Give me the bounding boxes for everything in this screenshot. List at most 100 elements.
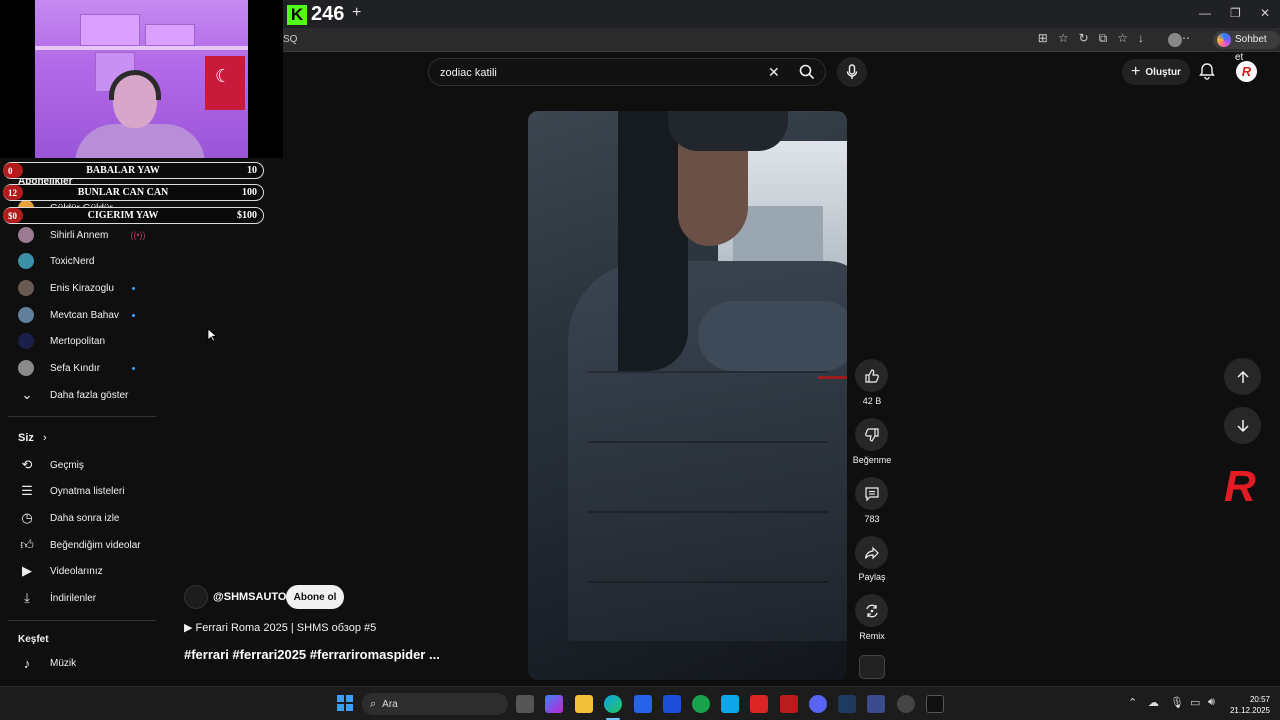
edge-icon[interactable] xyxy=(604,695,622,713)
like-icon: 👍︎ xyxy=(20,537,34,552)
system-clock[interactable]: 20:57 21.12.2025 xyxy=(1228,694,1270,716)
app-icon[interactable] xyxy=(867,695,885,713)
sidebar-item-music[interactable]: ♪ Müzik xyxy=(18,653,76,673)
search-box[interactable]: zodiac katili ✕ xyxy=(428,58,826,86)
obs-icon[interactable] xyxy=(897,695,915,713)
share-icon xyxy=(864,546,879,559)
video-title-link[interactable]: ▶ Ferrari Roma 2025 | SHMS обзор #5 xyxy=(184,621,376,634)
sidebar-item-watch-later[interactable]: ◷ Daha sonra izle xyxy=(18,508,119,528)
restore-icon[interactable]: ❐ xyxy=(1230,6,1241,20)
new-content-dot xyxy=(132,314,135,317)
new-tab-button[interactable]: + xyxy=(352,4,361,22)
steam-icon[interactable] xyxy=(838,695,856,713)
close-window-icon[interactable]: ✕ xyxy=(1260,6,1270,20)
sidebar-item-your-videos[interactable]: ▶ Videolarınız xyxy=(18,561,103,581)
download-icon[interactable]: ↓ xyxy=(1138,31,1144,46)
sidebar-item-mertopolitan[interactable]: Mertopolitan xyxy=(18,331,105,351)
thumbs-up-icon xyxy=(864,368,879,383)
microphone-icon xyxy=(846,64,858,79)
remix-button[interactable] xyxy=(855,594,888,627)
channel-avatar xyxy=(18,333,34,349)
app-icon[interactable] xyxy=(663,695,681,713)
sidebar-item-enis-kirazoglu[interactable]: Enis Kirazoglu xyxy=(18,278,114,298)
you-section-header[interactable]: Siz › xyxy=(18,432,47,444)
sidebar-item-history[interactable]: ⟲ Geçmiş xyxy=(18,455,84,475)
scoreboard-number: $0 xyxy=(3,208,23,223)
scoreboard-value: $100 xyxy=(237,210,257,221)
favorites-icon[interactable]: ☆ xyxy=(1117,31,1128,46)
dislike-button[interactable] xyxy=(855,418,888,451)
display-icon[interactable]: ▭ xyxy=(1190,696,1200,709)
search-button[interactable] xyxy=(788,58,826,86)
share-button[interactable] xyxy=(855,536,888,569)
app-icon[interactable]: ⊞ xyxy=(1038,31,1048,46)
voice-search-button[interactable] xyxy=(837,57,867,87)
discord-icon[interactable] xyxy=(809,695,827,713)
previous-short-button[interactable] xyxy=(1224,358,1261,395)
volume-icon[interactable]: 🔊︎ xyxy=(1208,696,1215,709)
next-short-button[interactable] xyxy=(1224,407,1261,444)
sidebar-item-downloads[interactable]: ⤓ İndirilenler xyxy=(18,588,96,608)
scoreboard-name: BUNLAR CAN CAN xyxy=(77,187,169,198)
scoreboard-number: 12 xyxy=(3,185,23,200)
refresh-icon[interactable]: ↻ xyxy=(1079,31,1089,46)
profile-avatar[interactable]: R xyxy=(1236,61,1257,82)
webcam-image xyxy=(35,0,248,158)
sidebar-divider xyxy=(8,620,156,621)
mouse-cursor-icon xyxy=(207,328,217,342)
channel-name[interactable]: @SHMSAUTO xyxy=(213,591,286,603)
netflix-icon[interactable] xyxy=(780,695,798,713)
notifications-button[interactable] xyxy=(1199,62,1215,85)
channel-avatar[interactable] xyxy=(184,585,208,609)
sidebar-item-sefa-kindir[interactable]: Sefa Kındır xyxy=(18,358,100,378)
create-button[interactable]: + Oluştur xyxy=(1122,59,1190,85)
arrow-down-icon xyxy=(1236,419,1249,432)
like-button[interactable] xyxy=(855,359,888,392)
task-view-icon[interactable] xyxy=(516,695,534,713)
minimize-icon[interactable]: — xyxy=(1199,6,1211,20)
youtube-app-icon[interactable] xyxy=(750,695,768,713)
file-explorer-icon[interactable] xyxy=(575,695,593,713)
app-icon[interactable] xyxy=(926,695,944,713)
taskbar-search-label: Ara xyxy=(382,698,398,710)
comments-button[interactable] xyxy=(855,477,888,510)
video-hashtags[interactable]: #ferrari #ferrari2025 #ferrariromaspider… xyxy=(184,647,440,662)
music-icon: ♪ xyxy=(23,655,31,671)
tray-overflow-icon[interactable]: ⌃ xyxy=(1128,696,1137,709)
turkish-flag-icon xyxy=(205,56,245,110)
taskbar-search[interactable]: ⌕ Ara xyxy=(362,693,508,715)
xbox-icon[interactable] xyxy=(692,695,710,713)
browser-profile-avatar[interactable] xyxy=(1168,33,1182,47)
audio-source-thumbnail[interactable] xyxy=(859,655,885,679)
search-input[interactable]: zodiac katili xyxy=(440,67,497,79)
sidebar-item-mevtcan-bahav[interactable]: Mevtcan Bahav xyxy=(18,305,119,325)
extensions-icon[interactable]: ⧉ xyxy=(1099,31,1108,46)
kick-counter: K 246 xyxy=(287,3,344,26)
sidebar-item-toxicnerd[interactable]: ToxicNerd xyxy=(18,251,94,271)
scoreboard-value: 10 xyxy=(247,165,257,176)
copilot-icon xyxy=(1217,33,1231,47)
clear-search-icon[interactable]: ✕ xyxy=(768,64,780,81)
copilot-app-icon[interactable] xyxy=(545,695,563,713)
copilot-chat-button[interactable]: Sohbet et xyxy=(1213,31,1280,63)
show-more-label: Daha fazla göster xyxy=(50,389,129,401)
share-label: Paylaş xyxy=(858,572,886,582)
microsoft-store-icon[interactable] xyxy=(634,695,652,713)
chevron-right-icon: › xyxy=(42,432,47,444)
arrow-up-icon xyxy=(1236,370,1249,383)
address-bar-fragment[interactable]: SQ xyxy=(283,34,297,45)
windows-taskbar: ⌕ Ara ⌃ ☁ 🎙︎ ▭ 🔊︎ 20:57 21.12.2025 xyxy=(0,686,1280,720)
subscribe-button[interactable]: Abone ol xyxy=(286,585,344,609)
sidebar-item-sihirli-annem[interactable]: Sihirli Annem ((•)) xyxy=(18,225,146,245)
mail-icon[interactable] xyxy=(721,695,739,713)
favorite-star-icon[interactable]: ☆ xyxy=(1058,31,1069,46)
show-more-button[interactable]: ⌄ Daha fazla göster xyxy=(18,385,129,405)
short-video-player[interactable] xyxy=(528,111,847,680)
microphone-tray-icon[interactable]: 🎙︎ xyxy=(1170,696,1184,709)
sidebar-item-liked-videos[interactable]: 👍︎ Beğendiğim videolar xyxy=(18,535,140,555)
windows-start-icon[interactable] xyxy=(337,695,353,711)
cloud-icon[interactable]: ☁ xyxy=(1148,696,1159,709)
sidebar-item-playlists[interactable]: ☰ Oynatma listeleri xyxy=(18,481,124,501)
channel-avatar xyxy=(18,280,34,296)
sidebar-item-label: Sihirli Annem xyxy=(50,229,109,241)
